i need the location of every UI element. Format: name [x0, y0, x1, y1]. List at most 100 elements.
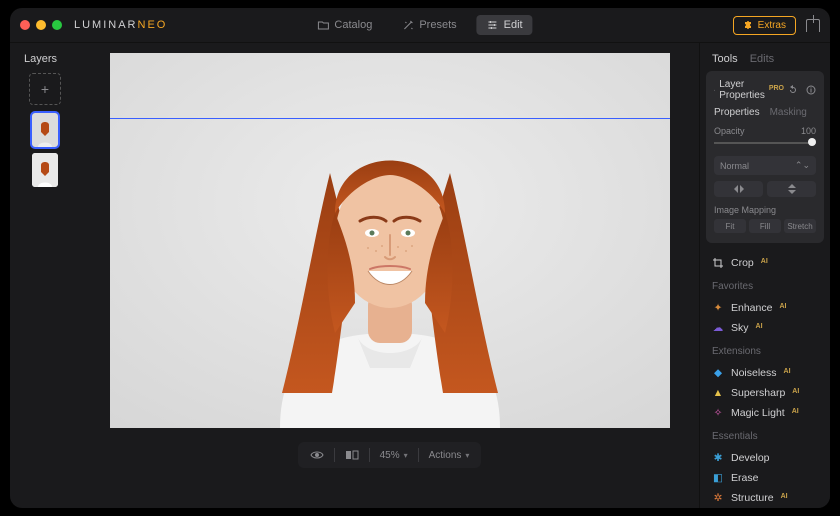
magiclight-icon: ✧ [712, 407, 724, 419]
opacity-slider[interactable] [714, 138, 816, 148]
minimize-window-button[interactable] [36, 20, 46, 30]
flip-h-icon [733, 185, 745, 193]
eye-icon [310, 450, 324, 460]
chevron-down-icon: ▾ [404, 451, 408, 460]
structure-icon: ✲ [712, 492, 724, 504]
tool-list: CropAI Favorites ✦ EnhanceAI ☁ SkyAI Ext… [700, 253, 830, 508]
actions-dropdown[interactable]: Actions▾ [429, 450, 470, 461]
tool-noiseless[interactable]: ◆ NoiselessAI [712, 363, 818, 383]
nav-presets[interactable]: Presets [392, 15, 466, 35]
eye-toggle[interactable] [310, 450, 324, 460]
tool-crop-label: Crop [731, 257, 754, 269]
tool-develop[interactable]: ✱ Develop [712, 448, 818, 468]
tab-tools[interactable]: Tools [712, 53, 738, 65]
portrait-image [110, 53, 670, 428]
separator [418, 448, 419, 462]
flip-buttons [714, 181, 816, 197]
nav-edit-label: Edit [504, 19, 523, 31]
app-brand: LUMINARNEO [74, 19, 167, 31]
section-essentials: Essentials [712, 431, 818, 442]
add-layer-button[interactable]: + [29, 73, 61, 105]
info-icon[interactable] [806, 85, 816, 95]
opacity-value: 100 [801, 126, 816, 136]
folder-icon [317, 19, 329, 31]
right-panel: Tools Edits Layer Properties PRO Propert… [699, 43, 830, 508]
window-controls [20, 20, 62, 30]
app-window: LUMINARNEO Catalog Presets Edit Extras [10, 8, 830, 508]
nav-edit[interactable]: Edit [477, 15, 533, 35]
cloud-icon: ☁ [712, 322, 724, 334]
ai-badge: AI [781, 493, 788, 500]
canvas-area: 45%▾ Actions▾ [80, 43, 699, 508]
pro-badge: PRO [769, 85, 784, 92]
titlebar: LUMINARNEO Catalog Presets Edit Extras [10, 8, 830, 43]
close-window-button[interactable] [20, 20, 30, 30]
fit-button[interactable]: Fit [714, 219, 746, 233]
tool-structure[interactable]: ✲ Structure AI [712, 488, 818, 508]
slider-knob[interactable] [808, 138, 816, 146]
ai-badge: AI [792, 388, 799, 395]
tool-magiclight-label: Magic Light [731, 407, 785, 419]
ai-badge: AI [761, 258, 768, 265]
zoom-dropdown[interactable]: 45%▾ [380, 450, 408, 461]
supersharp-icon: ▲ [712, 387, 724, 399]
stretch-button[interactable]: Stretch [784, 219, 816, 233]
app-body: Layers + [10, 43, 830, 508]
fill-button[interactable]: Fill [749, 219, 781, 233]
tool-erase-label: Erase [731, 472, 758, 484]
tool-enhance[interactable]: ✦ EnhanceAI [712, 298, 818, 318]
blend-mode-select[interactable]: Normal ⌃⌄ [714, 156, 816, 175]
develop-icon: ✱ [712, 452, 724, 464]
brand-text-1: LUMINAR [74, 19, 138, 31]
tool-erase[interactable]: ◧ Erase [712, 468, 818, 488]
horizontal-guide-line[interactable] [110, 118, 670, 119]
brand-text-2: NEO [138, 19, 168, 31]
separator [369, 448, 370, 462]
tool-crop[interactable]: Crop AI [712, 253, 818, 273]
tool-supersharp[interactable]: ▲ Supersharp AI [712, 383, 818, 403]
tool-structure-label: Structure [731, 492, 774, 504]
compare-toggle[interactable] [345, 450, 359, 460]
erase-icon: ◧ [712, 472, 724, 484]
layers-icon [714, 85, 715, 96]
chevron-down-icon: ▾ [465, 451, 469, 460]
titlebar-right: Extras [733, 16, 820, 35]
extras-button[interactable]: Extras [733, 16, 796, 35]
mapping-buttons: Fit Fill Stretch [714, 219, 816, 233]
ai-badge: AI [784, 368, 791, 375]
tool-develop-label: Develop [731, 452, 770, 464]
opacity-label: Opacity [714, 126, 745, 136]
puzzle-icon [743, 20, 753, 30]
fullscreen-window-button[interactable] [52, 20, 62, 30]
tool-magiclight[interactable]: ✧ Magic LightAI [712, 403, 818, 423]
subtab-properties[interactable]: Properties [714, 107, 760, 118]
canvas-toolbar: 45%▾ Actions▾ [298, 442, 482, 468]
flip-vertical-button[interactable] [767, 181, 816, 197]
compare-icon [345, 450, 359, 460]
opacity-row: Opacity 100 [714, 126, 816, 136]
layers-panel: Layers + [10, 43, 80, 508]
tool-supersharp-label: Supersharp [731, 387, 785, 399]
subtab-masking[interactable]: Masking [770, 107, 807, 118]
right-tabs: Tools Edits [700, 43, 830, 71]
image-canvas[interactable] [110, 53, 670, 428]
layer-thumb-1[interactable] [32, 113, 58, 147]
layer-thumb-2[interactable] [32, 153, 58, 187]
tool-sky[interactable]: ☁ SkyAI [712, 318, 818, 338]
share-button[interactable] [806, 19, 820, 32]
updown-icon: ⌃⌄ [795, 160, 810, 171]
flip-horizontal-button[interactable] [714, 181, 763, 197]
layers-title: Layers [10, 53, 57, 65]
nav-catalog[interactable]: Catalog [307, 15, 382, 35]
image-mapping-label: Image Mapping [714, 205, 816, 215]
crop-icon [712, 257, 724, 269]
tab-edits[interactable]: Edits [750, 53, 774, 65]
reset-icon[interactable] [788, 85, 798, 95]
flip-v-icon [788, 183, 796, 195]
separator [334, 448, 335, 462]
ai-badge: AI [756, 323, 763, 330]
ai-badge: AI [779, 303, 786, 310]
layer-properties-panel: Layer Properties PRO Properties Masking … [706, 71, 824, 243]
tool-enhance-label: Enhance [731, 302, 772, 314]
top-nav: Catalog Presets Edit [307, 15, 532, 35]
